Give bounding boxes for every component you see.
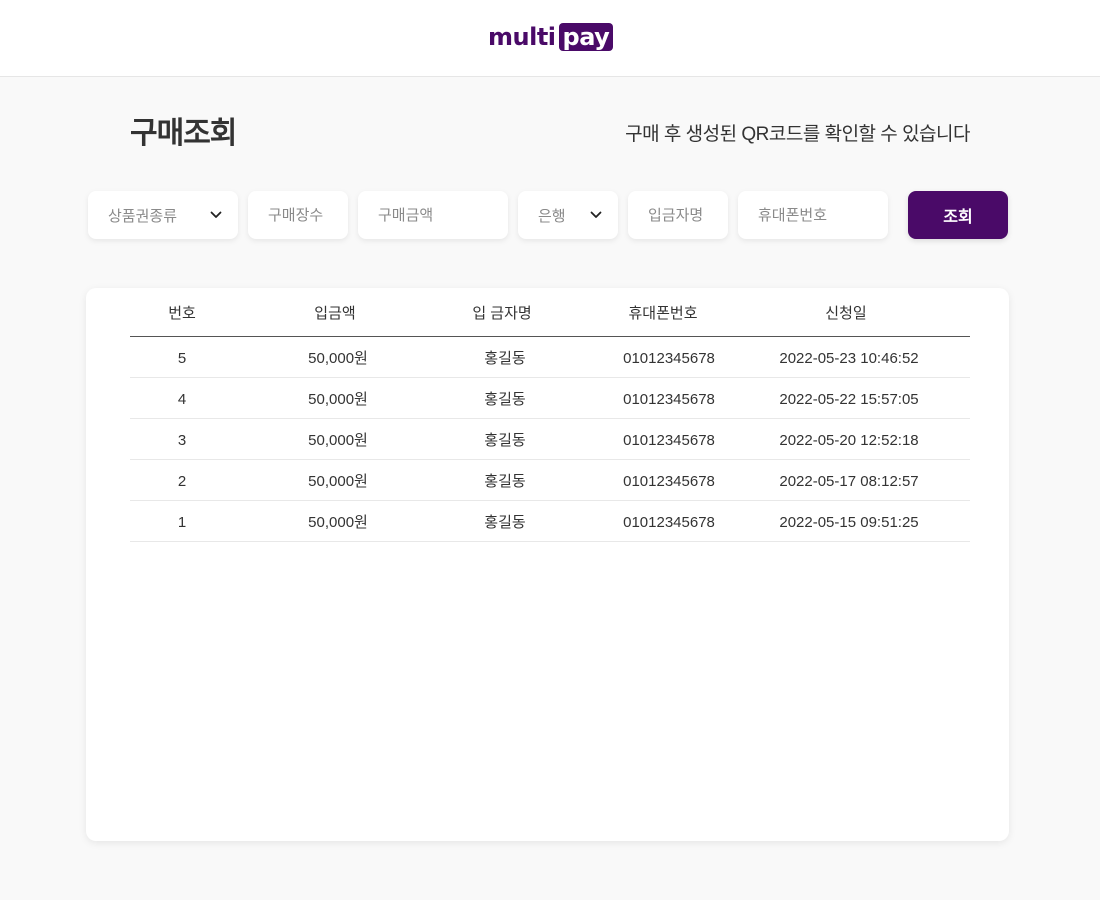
- chevron-down-icon: [590, 211, 602, 218]
- row-request-date: 2022-05-23 10:46:52: [779, 350, 919, 367]
- amount-input[interactable]: [358, 191, 508, 239]
- bank-select[interactable]: 은행: [518, 191, 618, 239]
- table-row[interactable]: 3 50,000원 홍길동 01012345678 2022-05-20 12:52:1…: [130, 419, 970, 460]
- row-request-date: 2022-05-17 08:12:57: [779, 473, 919, 490]
- header-depositor-name: 입 금자명: [472, 305, 532, 322]
- bank-placeholder: 은행: [538, 207, 566, 225]
- multipay-logo[interactable]: multi pay: [488, 22, 614, 52]
- logo-text-multi: multi: [488, 23, 556, 51]
- page-description: 구매 후 생성된 QR코드를 확인할 수 있습니다: [625, 124, 970, 145]
- row-deposit-amount: 50,000원: [308, 432, 368, 449]
- row-depositor-name: 홍길동: [484, 432, 526, 449]
- logo-text-pay: pay: [558, 23, 614, 51]
- table-row[interactable]: 4 50,000원 홍길동 01012345678 2022-05-22 15:57:0…: [130, 378, 970, 419]
- depositor-field[interactable]: [628, 191, 728, 239]
- row-phone-number: 01012345678: [623, 473, 715, 490]
- header-deposit-amount: 입금액: [314, 305, 356, 322]
- header-request-date: 신청일: [825, 305, 867, 322]
- header-phone-number: 휴대폰번호: [628, 305, 698, 322]
- table-row[interactable]: 1 50,000원 홍길동 01012345678 2022-05-15 09:51:2…: [130, 501, 970, 542]
- purchase-table-card: 번호 입금액 입 금자명 휴대폰번호 신청일 5 50,000원 홍길동 010123…: [86, 288, 1009, 841]
- product-type-select[interactable]: 상품권종류: [88, 191, 238, 239]
- chevron-down-icon: [210, 211, 222, 218]
- row-number: 4: [177, 391, 187, 408]
- quantity-field[interactable]: [248, 191, 348, 239]
- row-number: 1: [177, 514, 187, 531]
- row-deposit-amount: 50,000원: [308, 350, 368, 367]
- row-deposit-amount: 50,000원: [308, 391, 368, 408]
- row-number: 3: [177, 432, 187, 449]
- table-row[interactable]: 2 50,000원 홍길동 01012345678 2022-05-17 08:12:5…: [130, 460, 970, 501]
- row-deposit-amount: 50,000원: [308, 473, 368, 490]
- row-depositor-name: 홍길동: [484, 391, 526, 408]
- quantity-input[interactable]: [248, 191, 348, 239]
- search-button[interactable]: 조회: [908, 191, 1008, 239]
- purchase-table: 번호 입금액 입 금자명 휴대폰번호 신청일 5 50,000원 홍길동 010123…: [130, 288, 970, 542]
- row-request-date: 2022-05-20 12:52:18: [779, 432, 919, 449]
- row-phone-number: 01012345678: [623, 350, 715, 367]
- phone-input[interactable]: [738, 191, 888, 239]
- header-number: 번호: [168, 305, 196, 322]
- row-request-date: 2022-05-22 15:57:05: [779, 391, 919, 408]
- row-number: 2: [177, 473, 187, 490]
- row-deposit-amount: 50,000원: [308, 514, 368, 531]
- product-type-placeholder: 상품권종류: [108, 207, 178, 225]
- row-phone-number: 01012345678: [623, 391, 715, 408]
- page-title: 구매조회: [130, 117, 237, 150]
- row-depositor-name: 홍길동: [484, 473, 526, 490]
- table-body: 5 50,000원 홍길동 01012345678 2022-05-23 10:46:5…: [130, 337, 970, 542]
- row-request-date: 2022-05-15 09:51:25: [779, 514, 919, 531]
- table-header: 번호 입금액 입 금자명 휴대폰번호 신청일: [130, 288, 970, 337]
- amount-field[interactable]: [358, 191, 508, 239]
- row-depositor-name: 홍길동: [484, 514, 526, 531]
- row-number: 5: [177, 350, 187, 367]
- row-depositor-name: 홍길동: [484, 350, 526, 367]
- header: multi pay: [0, 0, 1100, 77]
- phone-field[interactable]: [738, 191, 888, 239]
- table-row[interactable]: 5 50,000원 홍길동 01012345678 2022-05-23 10:46:5…: [130, 337, 970, 378]
- row-phone-number: 01012345678: [623, 432, 715, 449]
- depositor-input[interactable]: [628, 191, 728, 239]
- row-phone-number: 01012345678: [623, 514, 715, 531]
